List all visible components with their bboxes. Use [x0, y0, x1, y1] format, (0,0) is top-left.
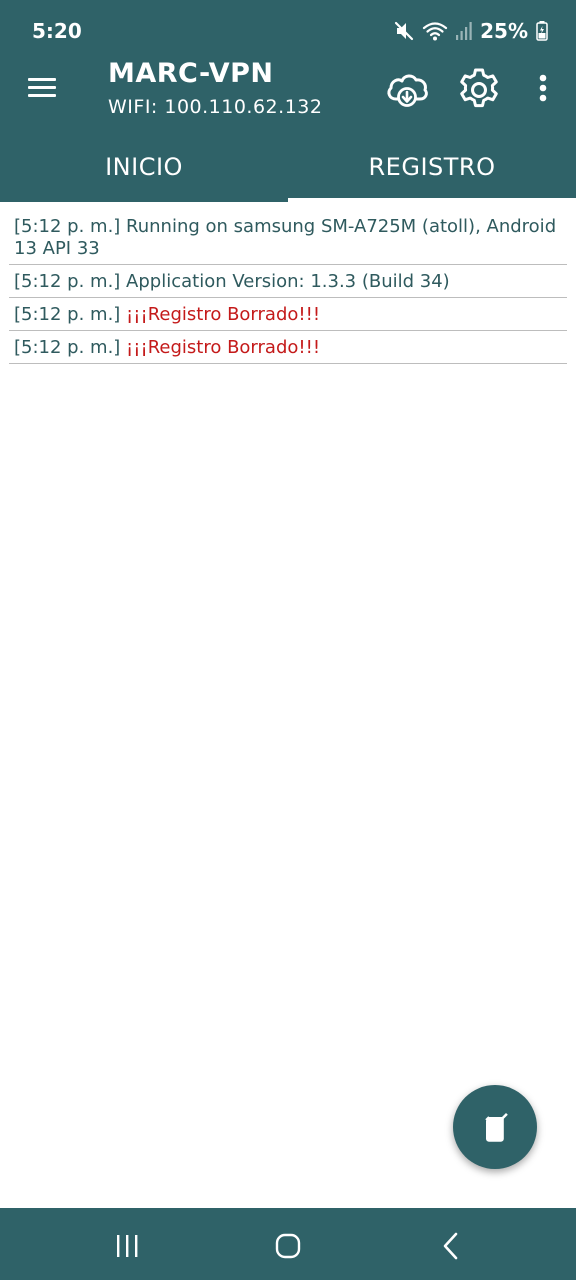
tab-inicio[interactable]: INICIO [0, 132, 288, 202]
log-entry-time: [5:12 p. m.] [14, 216, 121, 237]
clear-log-fab[interactable] [453, 1085, 537, 1169]
more-vertical-icon [528, 66, 558, 114]
log-entry-time: [5:12 p. m.] [14, 271, 121, 292]
back-chevron-icon [431, 1226, 471, 1266]
tab-registro[interactable]: REGISTRO [288, 132, 576, 202]
log-list[interactable]: [5:12 p. m.] Running on samsung SM-A725M… [9, 210, 567, 364]
tab-registro-label: REGISTRO [368, 153, 496, 181]
clipboard-delete-icon [480, 1110, 510, 1144]
log-entry-time: [5:12 p. m.] [14, 337, 121, 358]
wifi-icon [422, 20, 448, 42]
menu-button[interactable] [22, 70, 62, 110]
settings-button[interactable] [455, 66, 503, 114]
battery-percentage: 25% [480, 19, 528, 43]
recent-apps-icon [107, 1226, 147, 1266]
tab-bar: INICIO REGISTRO [0, 132, 576, 202]
status-icons: 25% [394, 16, 548, 46]
log-entry: [5:12 p. m.] Running on samsung SM-A725M… [9, 210, 567, 265]
status-bar: 5:20 25% [0, 0, 576, 60]
log-entry-message: Application Version: 1.3.3 (Build 34) [126, 271, 450, 292]
gear-icon [455, 66, 503, 114]
home-icon [268, 1226, 308, 1266]
log-entry-message: ¡¡¡Registro Borrado!!! [126, 337, 321, 358]
title-block: MARC-VPN WIFI: 100.110.62.132 [108, 58, 322, 120]
log-entry-message: ¡¡¡Registro Borrado!!! [126, 304, 321, 325]
tab-inicio-label: INICIO [105, 153, 183, 181]
log-entry: [5:12 p. m.] ¡¡¡Registro Borrado!!! [9, 298, 567, 331]
top-app-area: 5:20 25% MARC-VPN WIFI: 100.110.62.132 I… [0, 0, 576, 202]
back-button[interactable] [431, 1226, 471, 1266]
log-entry: [5:12 p. m.] ¡¡¡Registro Borrado!!! [9, 331, 567, 364]
log-entry: [5:12 p. m.] Application Version: 1.3.3 … [9, 265, 567, 298]
signal-icon [456, 21, 472, 41]
recent-apps-button[interactable] [107, 1226, 147, 1266]
app-screen: 5:20 25% MARC-VPN WIFI: 100.110.62.132 I… [0, 0, 576, 1280]
hamburger-menu-icon [22, 70, 62, 110]
app-title: MARC-VPN [108, 58, 274, 89]
home-button[interactable] [268, 1226, 308, 1266]
mute-icon [394, 20, 414, 42]
status-time: 5:20 [32, 19, 82, 43]
battery-icon [536, 21, 548, 41]
app-toolbar: MARC-VPN WIFI: 100.110.62.132 [0, 52, 576, 128]
log-entry-time: [5:12 p. m.] [14, 304, 121, 325]
app-subtitle: WIFI: 100.110.62.132 [108, 96, 323, 118]
tab-selected-indicator [288, 198, 576, 202]
cloud-download-icon [383, 66, 431, 114]
more-options-button[interactable] [528, 66, 558, 114]
system-nav-bar [0, 1208, 576, 1280]
cloud-download-button[interactable] [383, 66, 431, 114]
